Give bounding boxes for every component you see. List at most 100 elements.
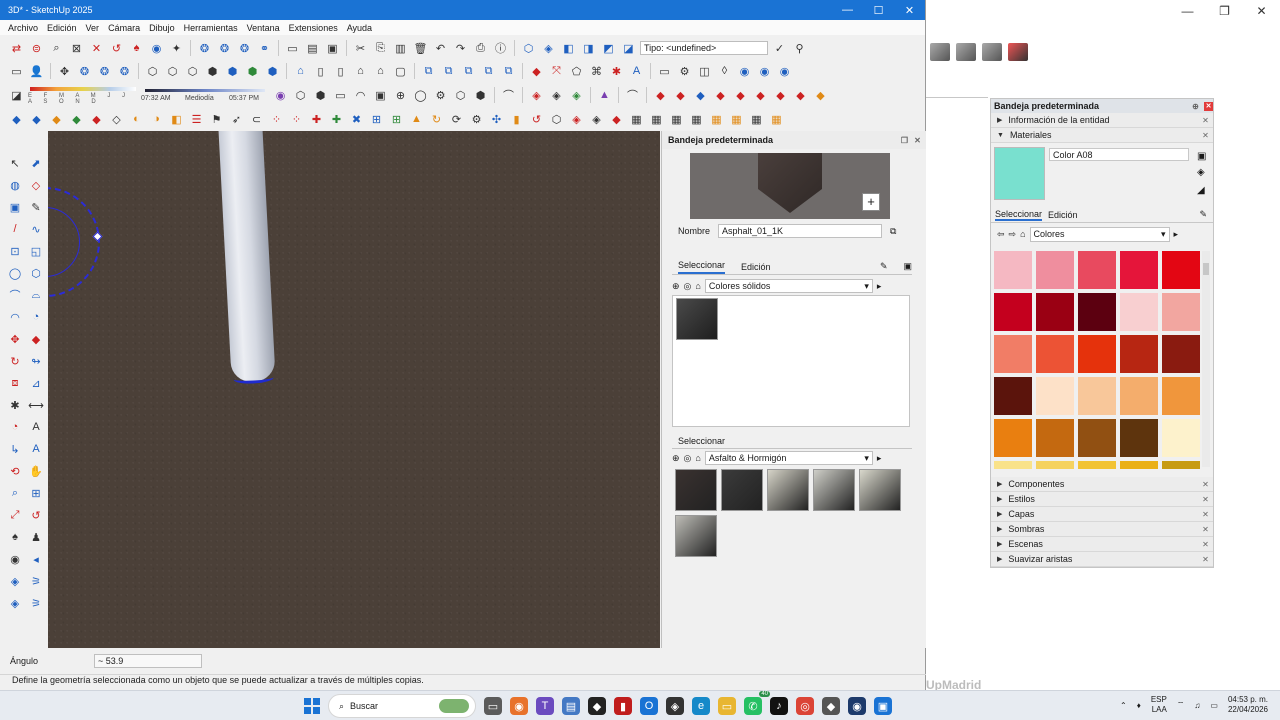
- component-icon[interactable]: ⧉: [420, 63, 437, 80]
- app-icon[interactable]: ◈: [666, 697, 684, 715]
- scene-icon[interactable]: ◯: [412, 87, 429, 104]
- previous-view-icon[interactable]: ↺: [108, 40, 125, 57]
- menu-item-dibujo[interactable]: Dibujo: [149, 23, 175, 33]
- restore-icon[interactable]: ❐: [900, 136, 909, 145]
- extension-icon[interactable]: ◆: [692, 87, 709, 104]
- app-icon[interactable]: ◆: [588, 697, 606, 715]
- arc2-icon[interactable]: ⌓: [27, 286, 45, 304]
- add-icon[interactable]: ⊕: [672, 281, 680, 292]
- shape-icon[interactable]: ▲: [596, 87, 613, 104]
- close-icon[interactable]: ✕: [1201, 480, 1210, 489]
- section-fill-icon[interactable]: ⬠: [568, 63, 585, 80]
- extension-icon[interactable]: ▦: [728, 111, 745, 128]
- whatsapp-icon[interactable]: ✆ 40: [744, 691, 770, 715]
- extension-icon[interactable]: ☰: [188, 111, 205, 128]
- extension-icon[interactable]: ▦: [748, 111, 765, 128]
- zoom-icon[interactable]: ⌕: [48, 40, 65, 57]
- dome-icon[interactable]: ◠: [352, 87, 369, 104]
- section-capas[interactable]: ▶ Capas ✕: [991, 507, 1213, 522]
- close-icon[interactable]: ✕: [1201, 116, 1210, 125]
- settings-icon[interactable]: ◎: [684, 453, 692, 464]
- material-thumb[interactable]: [721, 469, 763, 511]
- sketchup-icon[interactable]: ▣: [874, 697, 892, 715]
- home-icon[interactable]: ⌂: [695, 453, 700, 463]
- extension-icon[interactable]: ⚑: [208, 111, 225, 128]
- section-sombras[interactable]: ▶ Sombras ✕: [991, 522, 1213, 537]
- new-file-icon[interactable]: ▭: [284, 40, 301, 57]
- back-view-icon[interactable]: ◩: [600, 40, 617, 57]
- steam-icon[interactable]: ◉: [848, 697, 866, 715]
- outliner-icon[interactable]: ⇄: [8, 40, 25, 57]
- close-button[interactable]: ✕: [894, 4, 925, 17]
- freehand-icon[interactable]: ∿: [27, 220, 45, 238]
- color-swatch[interactable]: [1120, 377, 1158, 415]
- color-swatch[interactable]: [994, 251, 1032, 289]
- pie-icon[interactable]: ◔: [27, 308, 45, 326]
- tab-edit[interactable]: Edición: [1048, 210, 1078, 220]
- extension-icon[interactable]: ◆: [28, 111, 45, 128]
- component-icon[interactable]: ⧉: [460, 63, 477, 80]
- extension-icon[interactable]: ◆: [8, 111, 25, 128]
- color-swatch[interactable]: [1036, 293, 1074, 331]
- extension-icon[interactable]: ◇: [108, 111, 125, 128]
- back-view-icon[interactable]: ⌂: [352, 63, 369, 80]
- left-view-icon[interactable]: ⌂: [372, 63, 389, 80]
- color-swatch[interactable]: [1162, 293, 1200, 331]
- section-materials[interactable]: ▼ Materiales ✕: [991, 128, 1213, 143]
- circle-icon[interactable]: ◯: [6, 264, 24, 282]
- home-icon[interactable]: ⌂: [1020, 229, 1025, 239]
- minimize-button[interactable]: —: [832, 4, 863, 17]
- component-icon[interactable]: ⬈: [27, 154, 45, 172]
- forward-icon[interactable]: ⇨: [1009, 229, 1017, 240]
- tool-icon[interactable]: [1008, 43, 1028, 61]
- axes-icon[interactable]: ↳: [6, 440, 24, 458]
- palette-scrollbar[interactable]: [1202, 251, 1210, 467]
- shadow-month-slider[interactable]: E F M A M J J A S O N D: [28, 84, 138, 106]
- style-icon[interactable]: ⬢: [264, 63, 281, 80]
- extension-icon[interactable]: ◆: [792, 87, 809, 104]
- teams-icon[interactable]: T: [536, 697, 554, 715]
- model-info-icon[interactable]: ⓘ: [492, 40, 509, 57]
- color-swatch[interactable]: [1078, 461, 1116, 469]
- tiktok-icon[interactable]: ♪: [770, 697, 788, 715]
- close-icon[interactable]: ✕: [1201, 131, 1210, 140]
- extension-icon[interactable]: ▦: [688, 111, 705, 128]
- plugin-icon[interactable]: ◉: [272, 87, 289, 104]
- walk-icon[interactable]: ♟: [27, 528, 45, 546]
- extension-icon[interactable]: ▦: [628, 111, 645, 128]
- color-swatch[interactable]: [1036, 377, 1074, 415]
- undo-icon[interactable]: ↶: [432, 40, 449, 57]
- edge-icon[interactable]: e: [692, 697, 710, 715]
- extension-icon[interactable]: ▮: [508, 111, 525, 128]
- menu-item-ver[interactable]: Ver: [86, 23, 100, 33]
- sample-paint-icon[interactable]: ◢: [1197, 185, 1209, 197]
- orbit-icon[interactable]: ⟲: [6, 462, 24, 480]
- eyedropper-icon[interactable]: ✎: [1199, 209, 1207, 220]
- cube-icon[interactable]: ⬡: [292, 87, 309, 104]
- material-thumb[interactable]: [675, 515, 717, 557]
- extension-icon[interactable]: ◆: [88, 111, 105, 128]
- drop-icon[interactable]: ◉: [776, 63, 793, 80]
- extension-icon[interactable]: ◆: [672, 87, 689, 104]
- iso-view-icon[interactable]: ⬡: [520, 40, 537, 57]
- extension-icon[interactable]: ◧: [168, 111, 185, 128]
- axes-icon[interactable]: ✥: [56, 63, 73, 80]
- right-view-icon[interactable]: ▯: [332, 63, 349, 80]
- close-icon[interactable]: ✕: [1201, 540, 1210, 549]
- cut-icon[interactable]: ✂: [352, 40, 369, 57]
- add-material-button[interactable]: +: [862, 193, 880, 211]
- material-name-field[interactable]: Asphalt_01_1K: [718, 224, 883, 238]
- 3dtext-icon[interactable]: A: [27, 440, 45, 458]
- pushpull-icon[interactable]: ◆: [27, 330, 45, 348]
- collection-dropdown[interactable]: Colores sólidos: [704, 279, 873, 293]
- zoomwin-icon[interactable]: ⊞: [27, 484, 45, 502]
- extension-icon[interactable]: ⊞: [368, 111, 385, 128]
- eyedropper-icon[interactable]: ✎: [880, 261, 888, 272]
- extension-icon[interactable]: ◆: [68, 111, 85, 128]
- user-icon[interactable]: 👤: [28, 63, 45, 80]
- zoom-window-icon[interactable]: ⊠: [68, 40, 85, 57]
- color-swatch[interactable]: [994, 377, 1032, 415]
- pin-icon[interactable]: ⚲: [791, 40, 808, 57]
- mic-icon[interactable]: ♦: [1137, 701, 1141, 710]
- text3d-icon[interactable]: A: [628, 63, 645, 80]
